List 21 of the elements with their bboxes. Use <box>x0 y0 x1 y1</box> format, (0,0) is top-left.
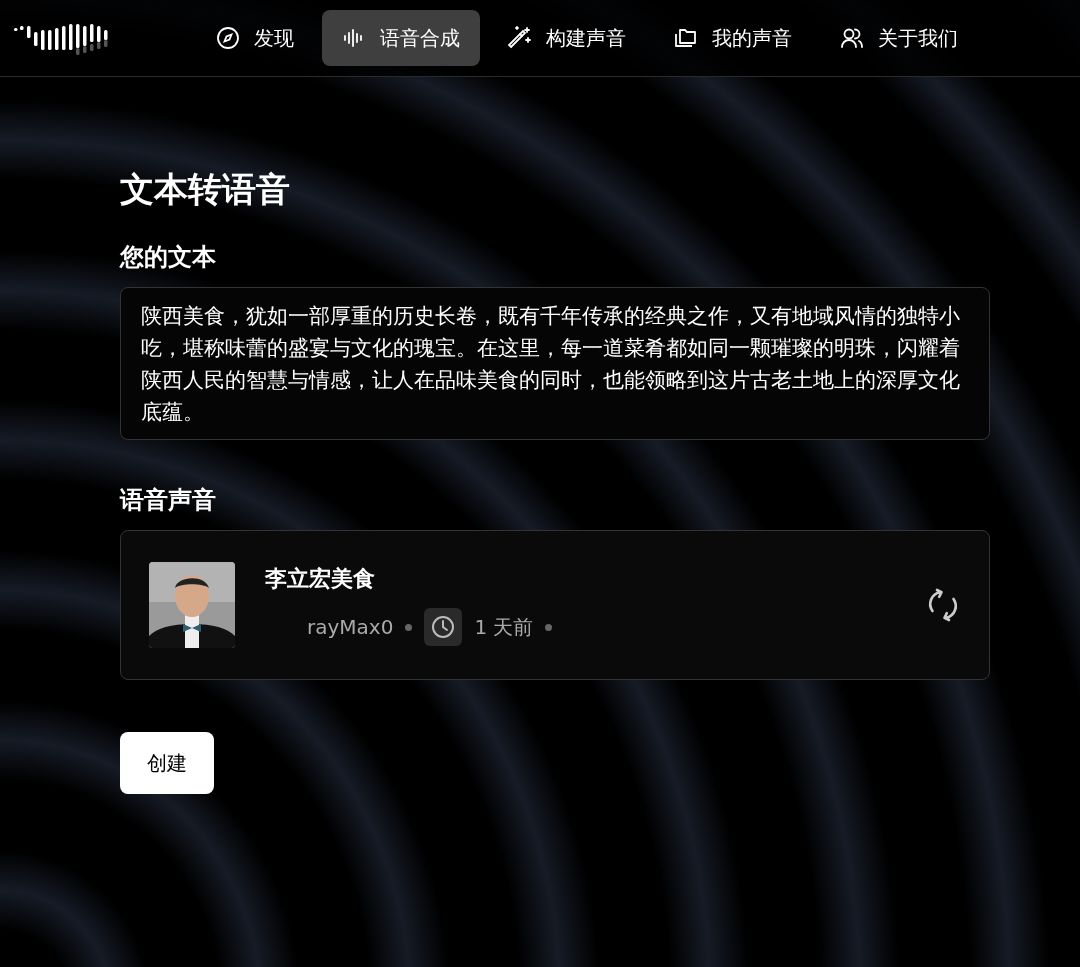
section-label: 您的文本 <box>120 242 217 273</box>
voice-card[interactable]: 李立宏美食 rayMax0 1 天前 <box>120 530 990 680</box>
author-name: rayMax0 <box>307 615 394 639</box>
time-label: 1 天前 <box>474 613 534 641</box>
clock-icon <box>424 608 463 646</box>
section-label: 语音声音 <box>120 485 217 516</box>
nav-tab[interactable]: 构建声音 <box>488 10 646 66</box>
folder-icon <box>674 26 698 50</box>
voice-name: 李立宏美食 <box>265 565 376 593</box>
separator-dot <box>405 623 413 631</box>
page-title: 文本转语音 <box>120 168 291 211</box>
compass-icon <box>216 26 240 50</box>
create-button[interactable]: 创建 <box>120 732 214 794</box>
nav-tab[interactable]: 关于我们 <box>820 10 978 66</box>
text-input-field[interactable]: 陕西美食，犹如一部厚重的历史长卷，既有千年传承的经典之作，又有地域风情的独特小吃，堪称味蕾的盛宴与文化的瑰宝。在这里，每一道菜肴都如同一颗璀璨的明珠，闪耀着陕西人民的智慧与情感，让人在品味美食的同时，也能领略到这片古老土地上的深厚文化底蕴。 <box>120 287 990 440</box>
users-icon <box>840 26 864 50</box>
magic-wand-icon <box>508 26 532 50</box>
separator-dot <box>545 623 553 631</box>
nav-tab[interactable]: 我的声音 <box>654 10 812 66</box>
nav-tab[interactable]: 发现 <box>196 10 314 66</box>
nav-tab[interactable]: 语音合成 <box>322 10 480 66</box>
